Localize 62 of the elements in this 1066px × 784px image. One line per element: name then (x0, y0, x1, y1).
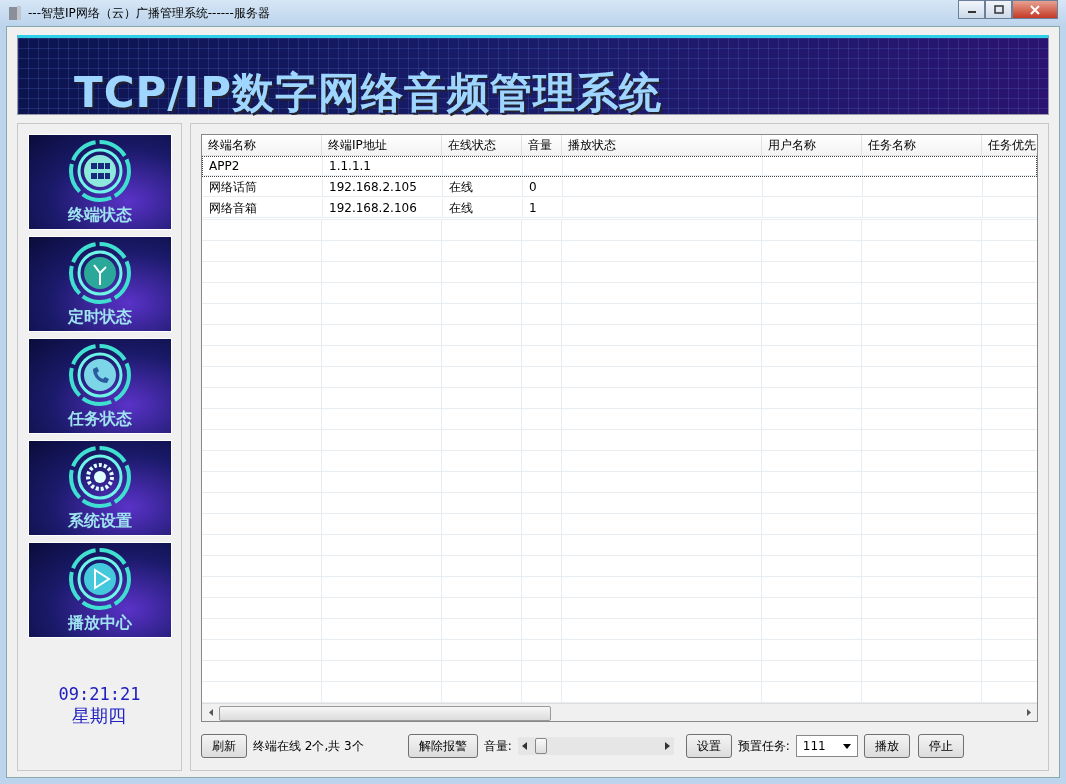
dropdown-caret-icon (842, 743, 851, 749)
minimize-button[interactable] (958, 0, 985, 19)
scroll-right-icon[interactable] (1026, 709, 1031, 716)
maximize-icon (993, 5, 1004, 14)
nav-tile[interactable]: 任务状态 (27, 338, 172, 434)
banner-title: TCP/IP数字网络音频管理系统 (74, 72, 662, 114)
preset-task-dropdown[interactable]: 111 (795, 735, 858, 757)
nav-label: 任务状态 (67, 409, 132, 430)
nav-label: 终端状态 (67, 205, 132, 226)
slider-thumb[interactable] (535, 738, 548, 754)
table-cell: 网络音箱 (209, 201, 257, 215)
column-header[interactable]: 终端名称 (202, 135, 322, 156)
online-status-text: 终端在线 2个,共 3个 (253, 737, 364, 755)
nav-tile[interactable]: 终端状态 (27, 134, 172, 230)
refresh-button[interactable]: 刷新 (201, 734, 247, 758)
nav-label: 播放中心 (67, 613, 132, 634)
table-cell: 192.168.2.105 (329, 180, 417, 194)
maximize-button[interactable] (985, 0, 1012, 19)
clock-icon (67, 241, 132, 305)
column-header[interactable]: 终端IP地址 (322, 135, 442, 156)
volume-label: 音量: (483, 737, 512, 755)
table-cell: 网络话筒 (209, 180, 257, 194)
table-cell: 1 (529, 201, 537, 215)
left-arrow-icon[interactable] (521, 742, 528, 750)
close-button[interactable] (1012, 0, 1058, 19)
column-header[interactable]: 音量 (522, 135, 562, 156)
weekday-label: 星期四 (72, 704, 127, 728)
table-cell: 192.168.2.106 (329, 201, 417, 215)
play-icon (67, 547, 132, 611)
column-header[interactable]: 在线状态 (442, 135, 522, 156)
nav-label: 系统设置 (67, 511, 132, 532)
column-header[interactable]: 任务名称 (862, 135, 982, 156)
right-arrow-icon[interactable] (663, 742, 670, 750)
table-cell: 在线 (449, 201, 473, 215)
preset-task-label: 预置任务: (737, 737, 790, 755)
table-row[interactable]: 网络话筒 192.168.2.105 在线 0 (202, 177, 1037, 198)
grid-icon (67, 139, 132, 203)
nav-tile[interactable]: 系统设置 (27, 440, 172, 536)
clock-time: 09:21:21 (58, 684, 141, 704)
volume-slider[interactable] (517, 737, 674, 755)
play-button[interactable]: 播放 (863, 734, 910, 758)
nav-tile[interactable]: 定时状态 (27, 236, 172, 332)
settings-button[interactable]: 设置 (685, 734, 732, 758)
table-cell: 在线 (449, 180, 473, 194)
nav-tile[interactable]: 播放中心 (27, 542, 172, 638)
nav-label: 定时状态 (67, 307, 132, 328)
clear-alarm-button[interactable]: 解除报警 (407, 734, 478, 758)
window-title: ---智慧IP网络（云）广播管理系统------服务器 (28, 4, 270, 22)
phone-icon (67, 343, 132, 407)
table-row[interactable]: 网络音箱 192.168.2.106 在线 1 (202, 198, 1037, 219)
table-row[interactable]: APP2 1.1.1.1 (202, 156, 1037, 177)
app-icon (8, 5, 22, 21)
scroll-left-icon[interactable] (208, 709, 213, 716)
horizontal-scrollbar[interactable] (202, 703, 1037, 721)
table-cell: APP2 (209, 159, 240, 173)
table-cell: 0 (529, 180, 537, 194)
column-header[interactable]: 用户名称 (762, 135, 862, 156)
column-header[interactable]: 播放状态 (562, 135, 762, 156)
stop-button[interactable]: 停止 (917, 734, 964, 758)
table-cell: 1.1.1.1 (329, 159, 371, 173)
gear-icon (67, 445, 132, 509)
close-icon (1030, 4, 1040, 15)
